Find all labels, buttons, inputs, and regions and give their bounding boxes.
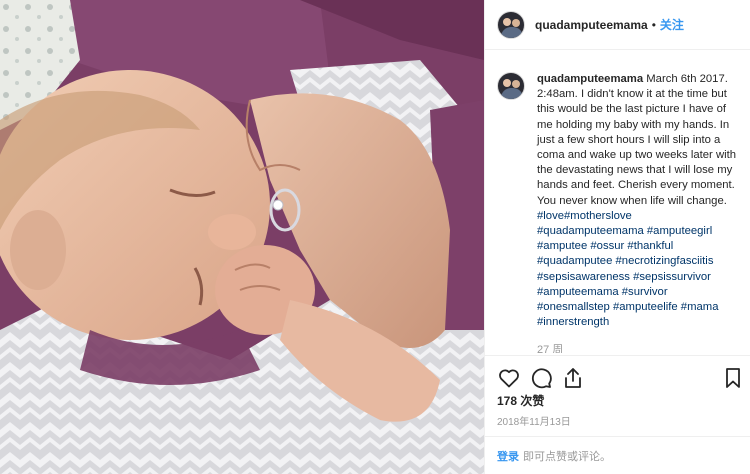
caption-avatar[interactable] [497,72,525,100]
avatar-figure [501,88,523,99]
likes-count[interactable]: 178 次赞 [497,392,544,409]
login-bar: 登录 即可点赞或评论。 [485,436,750,474]
caption-text: quadamputeemama March 6th 2017. 2:48am. … [537,72,737,330]
caption-body: March 6th 2017. 2:48am. I didn't know it… [537,73,737,207]
comment-icon[interactable] [529,366,553,390]
post-caption: quadamputeemama March 6th 2017. 2:48am. … [497,66,743,351]
follow-button[interactable]: 关注 [660,16,684,33]
share-icon[interactable] [561,366,585,390]
caption-hashtags[interactable]: #love#motherslove #quadamputeemama #ampu… [537,210,718,328]
comments-count[interactable]: 27 周 [537,341,563,353]
baby-photo-illustration [0,0,484,474]
post-photo[interactable] [0,0,484,474]
post-date: 2018年11月13日 [497,417,571,428]
post-header: quadamputeemama • 关注 [485,0,750,50]
caption-username[interactable]: quadamputeemama [537,73,643,85]
avatar-figure [501,26,523,38]
login-link[interactable]: 登录 [497,448,519,464]
header-username[interactable]: quadamputeemama [535,18,648,32]
header-separator: • [651,17,656,32]
bookmark-icon[interactable] [721,366,745,390]
post-side-panel: quadamputeemama • 关注 quadamputeemama Mar… [484,0,750,474]
avatar[interactable] [497,10,525,39]
heart-icon[interactable] [497,366,521,390]
login-hint: 即可点赞或评论。 [523,450,611,463]
